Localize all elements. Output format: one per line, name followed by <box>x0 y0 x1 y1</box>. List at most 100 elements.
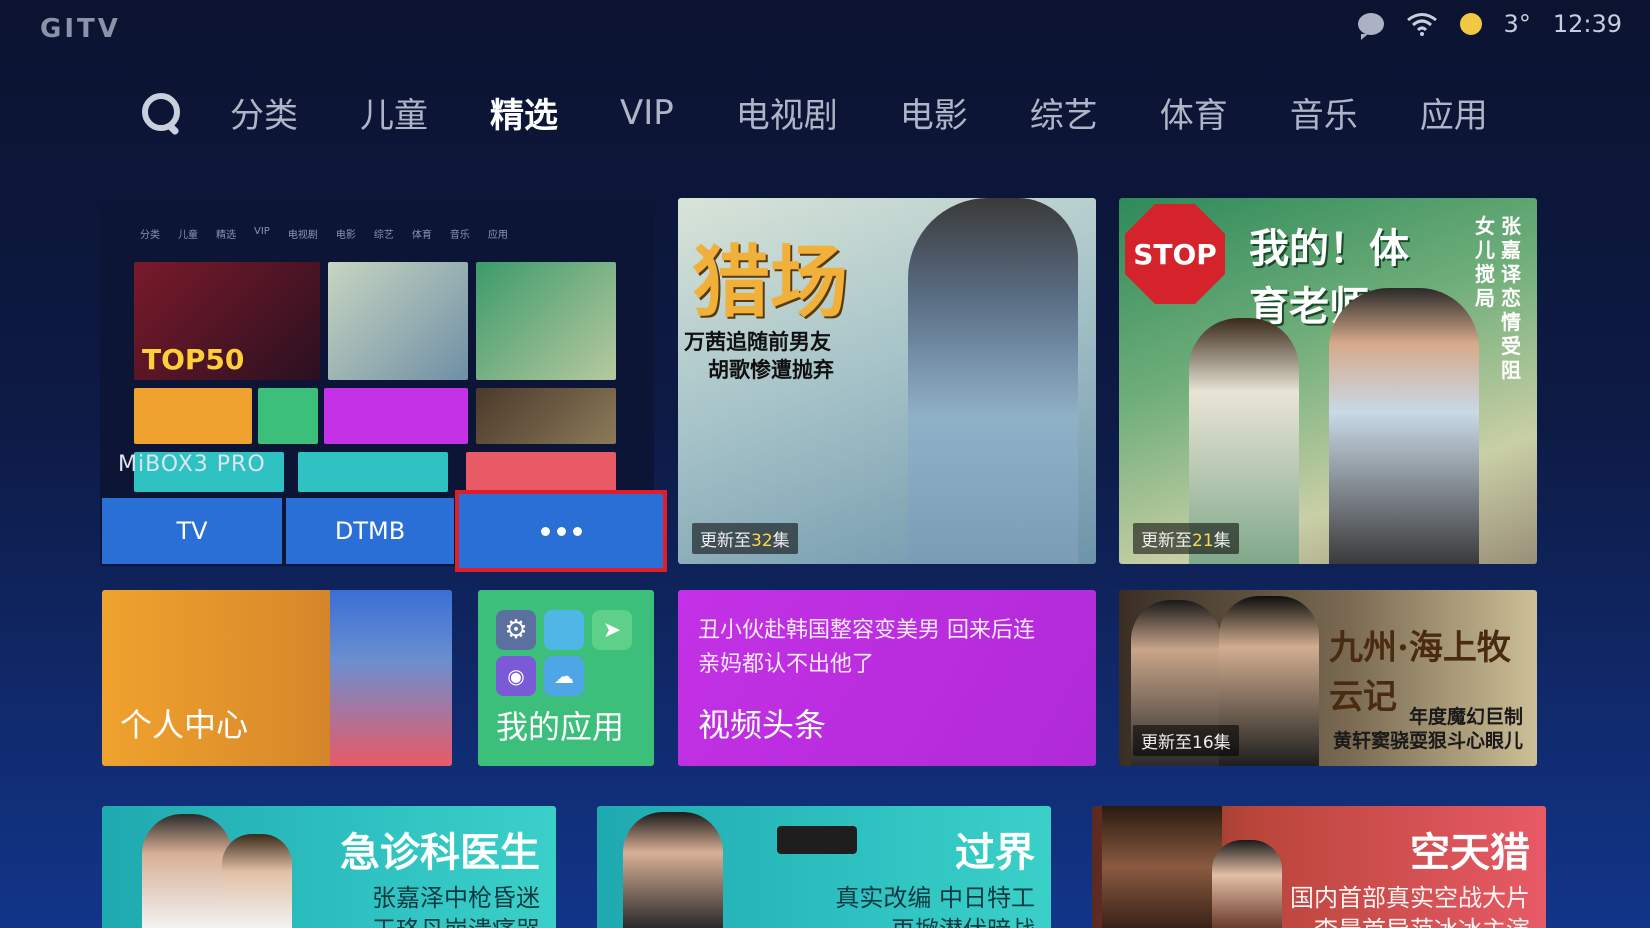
mini-nav-item: 应用 <box>487 230 508 241</box>
show-subtitle-2: 黄轩窦骁耍狠斗心眼儿 <box>1332 730 1523 752</box>
mini-tile-show3 <box>476 388 616 444</box>
cloud-icon: ☁ <box>544 656 584 696</box>
mini-nav-item: 分类 <box>140 230 160 241</box>
show-tagline-1: 万茜追随前男友 <box>684 330 831 354</box>
show-title: 猎场 <box>692 237 849 328</box>
mini-nav-item: 体育 <box>411 230 432 241</box>
episode-suffix: 集 <box>1213 531 1231 551</box>
top-nav: 分类 儿童 精选 VIP 电视剧 电影 综艺 体育 音乐 应用 <box>140 88 1550 137</box>
mini-top50-text: TOP50 <box>142 343 245 376</box>
show-subtitle-1: 年度魔幻巨制 <box>1408 706 1523 728</box>
show-tagline-2: 胡歌惨遭抛弃 <box>708 358 834 382</box>
rocket-icon: ➤ <box>592 610 632 650</box>
show-title: 空天猎 <box>1410 830 1530 876</box>
mini-tile-personal <box>134 388 252 444</box>
mini-nav: 分类 儿童 精选 VIP 电视剧 电影 综艺 体育 音乐 应用 <box>140 226 508 241</box>
headline-line-1: 丑小伙赴韩国整容变美男 回来后连 <box>698 618 1035 643</box>
show-title: 急诊科医生 <box>340 830 540 876</box>
actress-figure <box>908 198 1078 564</box>
gun-prop <box>777 826 857 854</box>
show-tile-pe-teacher[interactable]: STOP 我的！体育老师 张嘉译恋情受阻 女儿搅局 更新至21集 <box>1119 198 1537 564</box>
show-tile-emergency-doctor[interactable]: 急诊科医生 张嘉泽中枪昏迷 王珞丹崩溃痛哭 <box>102 806 556 928</box>
show-line-2: 李晨首导范冰冰主演 <box>1314 910 1530 928</box>
tab-music[interactable]: 音乐 <box>1290 88 1358 137</box>
tab-vip[interactable]: VIP <box>620 93 674 133</box>
dtmb-button[interactable]: DTMB <box>286 498 454 564</box>
actor-figure <box>142 814 232 928</box>
tv-button[interactable]: TV <box>102 498 282 564</box>
actor-figure <box>623 812 723 928</box>
episode-badge: 更新至21集 <box>1133 523 1239 554</box>
wifi-icon <box>1406 13 1437 36</box>
gitv-logo: GITV <box>40 14 121 44</box>
episode-number: 21 <box>1192 531 1214 551</box>
mini-tile-show2 <box>476 262 616 380</box>
more-dots-icon <box>540 526 582 536</box>
show-side-text-2: 女儿搅局 <box>1475 214 1495 310</box>
actress-figure <box>222 834 292 928</box>
message-icon <box>1357 13 1384 40</box>
tab-tv-series[interactable]: 电视剧 <box>736 88 838 137</box>
mini-nav-item: 电影 <box>335 230 356 241</box>
video-headlines-tile[interactable]: 丑小伙赴韩国整容变美男 回来后连 亲妈都认不出他了 视频头条 <box>678 590 1096 766</box>
mini-tile-bottom3 <box>466 452 616 492</box>
mini-tile-bottom2 <box>298 452 448 492</box>
personal-center-tile[interactable]: 个人中心 <box>102 590 452 766</box>
mini-tile-news <box>324 388 468 444</box>
mini-nav-item: 音乐 <box>449 230 470 241</box>
tab-featured[interactable]: 精选 <box>490 88 558 137</box>
tab-sports[interactable]: 体育 <box>1160 88 1228 137</box>
tab-kids[interactable]: 儿童 <box>360 88 428 137</box>
search-icon[interactable] <box>140 91 184 136</box>
show-line-1: 张嘉泽中枪昏迷 <box>372 884 540 912</box>
my-apps-tile[interactable]: ⚙ ➤ ◉ ☁ 我的应用 <box>478 590 654 766</box>
more-button[interactable] <box>455 490 667 572</box>
mini-tile-top50: TOP50 <box>134 262 320 380</box>
settings-icon: ⚙ <box>496 610 536 650</box>
episode-prefix: 更新至 <box>1141 531 1192 551</box>
actor-figure <box>1102 806 1222 928</box>
show-tile-liechang[interactable]: 猎场 万茜追随前男友 胡歌惨遭抛弃 更新至32集 <box>678 198 1096 564</box>
status-bar: 3° 12:39 <box>1357 10 1622 40</box>
mini-nav-item: 儿童 <box>178 230 198 241</box>
show-side-text: 张嘉译恋情受阻 <box>1501 214 1521 382</box>
actor-figure <box>1329 288 1479 564</box>
gallery-icon <box>544 610 584 650</box>
show-line-1: 真实改编 中日特工 <box>835 884 1035 912</box>
stop-sign-icon: STOP <box>1125 204 1225 304</box>
show-tile-jiuzhou[interactable]: 九州·海上牧云记 年度魔幻巨制 黄轩窦骁耍狠斗心眼儿 更新至16集 <box>1119 590 1537 766</box>
video-headlines-label: 视频头条 <box>698 706 827 744</box>
episode-suffix: 集 <box>772 531 790 551</box>
mini-nav-item: 电视剧 <box>287 230 318 241</box>
mini-tile-show1 <box>328 262 468 380</box>
actress-figure <box>1212 840 1282 928</box>
show-title: 过界 <box>955 830 1035 876</box>
show-line-2: 王珞丹崩溃痛哭 <box>372 910 540 928</box>
tab-variety[interactable]: 综艺 <box>1030 88 1098 137</box>
mini-tile-apps <box>258 388 318 444</box>
mini-nav-item: 精选 <box>216 230 236 241</box>
device-model-label: MiBOX3 PRO <box>118 452 266 477</box>
clock: 12:39 <box>1552 10 1622 38</box>
episode-badge: 更新至32集 <box>692 523 798 554</box>
show-line-2: 再掀潜伏暗战 <box>891 910 1035 928</box>
tab-category[interactable]: 分类 <box>230 88 298 137</box>
personal-center-label: 个人中心 <box>120 706 249 744</box>
show-tile-kongtianlie[interactable]: 空天猎 国内首部真实空战大片 李晨首导范冰冰主演 <box>1092 806 1546 928</box>
temperature: 3° <box>1503 10 1531 38</box>
mini-nav-item: 综艺 <box>373 230 394 241</box>
episode-prefix: 更新至 <box>700 531 751 551</box>
tab-apps[interactable]: 应用 <box>1420 88 1488 137</box>
gamepad-icon: ◉ <box>496 656 536 696</box>
stop-text: STOP <box>1133 237 1217 271</box>
headline-line-2: 亲妈都认不出他了 <box>698 652 875 677</box>
weather-sun-icon <box>1459 13 1482 35</box>
episode-number: 32 <box>751 531 773 551</box>
my-apps-label: 我的应用 <box>496 708 625 746</box>
tab-movies[interactable]: 电影 <box>900 88 968 137</box>
episode-badge: 更新至16集 <box>1133 725 1239 756</box>
variety-poster <box>330 590 452 766</box>
show-line-1: 国内首部真实空战大片 <box>1290 884 1530 912</box>
show-tile-guojie[interactable]: 过界 真实改编 中日特工 再掀潜伏暗战 <box>597 806 1051 928</box>
mini-nav-item: VIP <box>254 226 270 237</box>
